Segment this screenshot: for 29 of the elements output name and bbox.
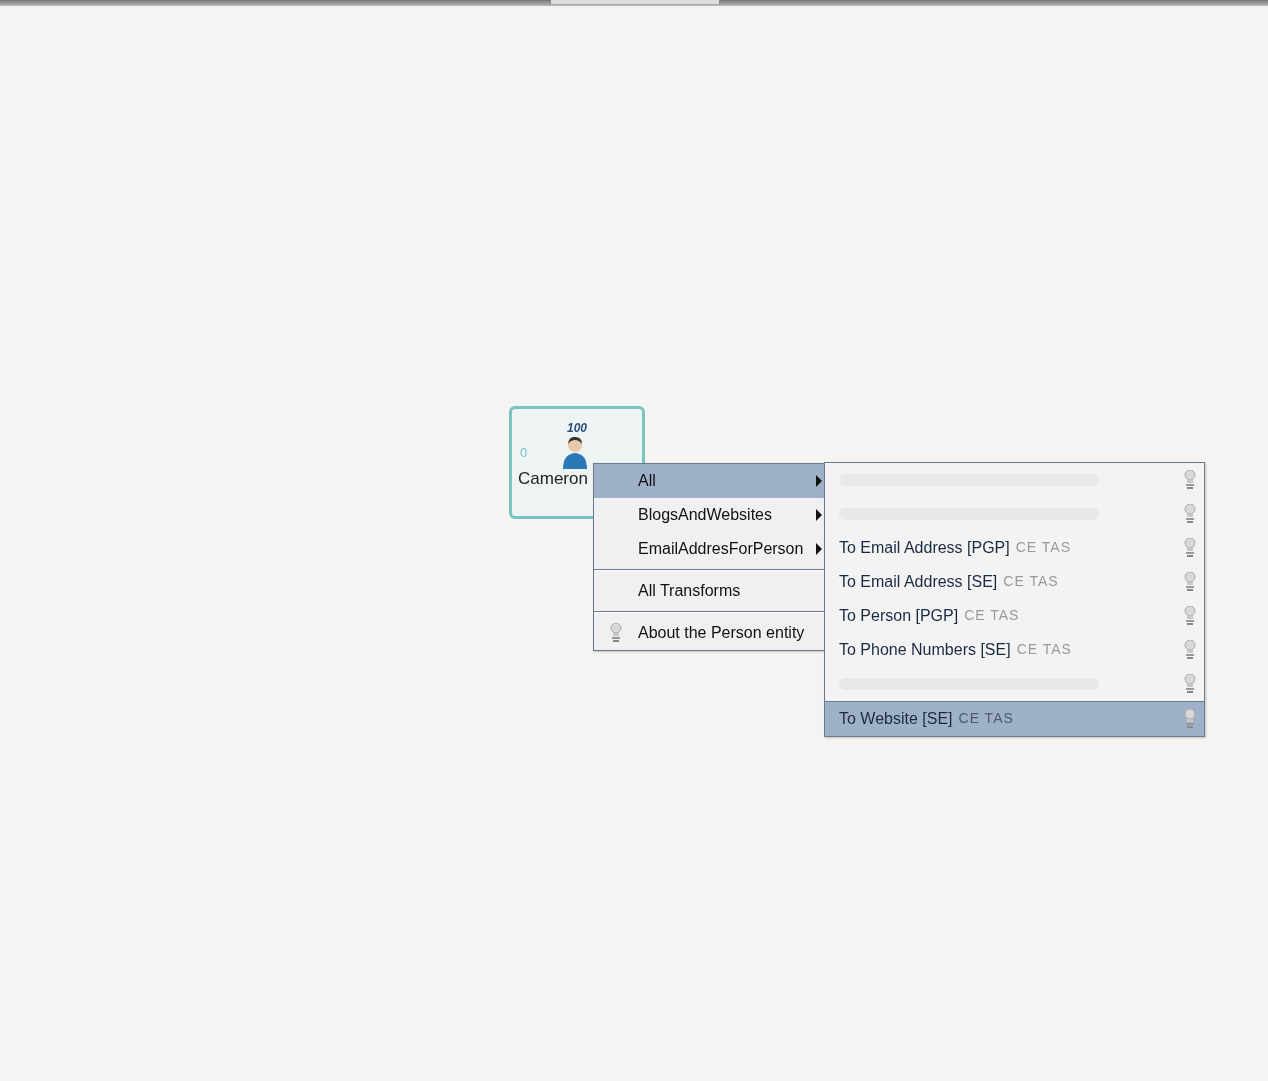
menu-item[interactable]: EmailAddresForPerson	[594, 532, 826, 566]
menu-item[interactable]: All Transforms	[594, 574, 826, 608]
bulb-icon	[1184, 538, 1196, 558]
person-icon	[561, 435, 590, 469]
bulb-icon	[610, 623, 622, 643]
bulb-icon	[1184, 606, 1196, 626]
menu-item[interactable]: To Website [SE] CE TAS	[825, 701, 1204, 736]
menu-item[interactable]: About the Person entity	[594, 616, 826, 650]
weight-label: 100	[566, 421, 588, 435]
bulb-icon	[1184, 674, 1196, 694]
submenu-arrow-icon	[816, 543, 822, 555]
tag-label: CE TAS	[1015, 539, 1071, 557]
menu-item[interactable]: To Person [PGP] CE TAS	[825, 599, 1204, 633]
bulb-icon	[1184, 640, 1196, 660]
bulb-icon	[1184, 709, 1196, 729]
link-count: 0	[520, 444, 528, 460]
submenu-arrow-icon	[816, 509, 822, 521]
submenu-arrow-icon	[816, 475, 822, 487]
bulb-icon	[1184, 470, 1196, 490]
menu-item[interactable]: To Phone Numbers [SE] CE TAS	[825, 633, 1204, 667]
tag-label: CE TAS	[1003, 573, 1059, 591]
menu-item[interactable]: To Email Address [SE] CE TAS	[825, 565, 1204, 599]
tag-label: CE TAS	[964, 607, 1020, 625]
bulb-icon	[1184, 504, 1196, 524]
tag-label: CE TAS	[958, 710, 1014, 728]
menu-item[interactable]: To Email Address [PGP] CE TAS	[825, 531, 1204, 565]
menu-item[interactable]: All	[594, 464, 826, 498]
bulb-icon	[1184, 572, 1196, 592]
tag-label: CE TAS	[1016, 641, 1072, 659]
